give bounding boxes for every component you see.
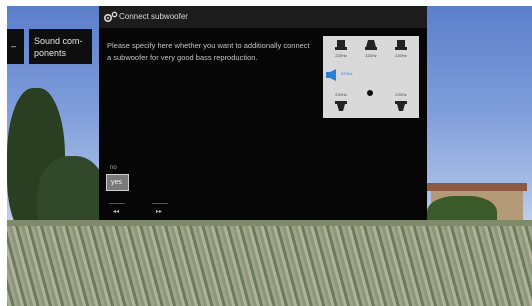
speaker-icon <box>335 101 347 111</box>
nav-divider <box>109 203 125 204</box>
speaker-rear-right: 220Hz <box>394 92 408 113</box>
gears-icon <box>103 11 118 23</box>
yes-option-label: yes <box>111 179 122 186</box>
dialog-title: Connect subwoofer <box>119 12 188 21</box>
option-no-label[interactable]: no <box>110 165 117 171</box>
speaker-label: 220Hz <box>395 53 407 58</box>
speaker-icon <box>395 101 407 111</box>
sidebar-label-line2: ponents <box>34 48 67 58</box>
dialog-title-bar: Connect subwoofer <box>99 6 427 28</box>
speaker-label: 220Hz <box>335 92 347 97</box>
speaker-front-right: 220Hz <box>394 39 408 58</box>
yes-option-button[interactable]: yes <box>106 174 129 191</box>
sidebar-item-back[interactable]: – <box>7 29 24 64</box>
subwoofer-label: 220Hz <box>341 71 353 76</box>
speaker-front-left: 220Hz <box>334 39 348 58</box>
speaker-icon <box>335 40 347 50</box>
subwoofer-speaker-icon <box>326 69 336 81</box>
speaker-label: 220Hz <box>365 53 377 58</box>
speaker-icon <box>365 40 377 50</box>
sidebar-label-line1: Sound com- <box>34 36 83 46</box>
fast-forward-button[interactable]: ▸▸ <box>156 208 162 215</box>
dialog-description: Please specify here whether you want to … <box>107 41 310 62</box>
speaker-center: 220Hz <box>364 39 378 58</box>
screen: – Sound com-ponents Connect subwoofer Pl… <box>0 0 532 306</box>
listener-position-dot <box>367 90 373 96</box>
connect-subwoofer-dialog: Connect subwoofer Please specify here wh… <box>99 6 427 220</box>
nav-divider <box>152 203 168 204</box>
sidebar-item-sound-components[interactable]: Sound com-ponents <box>29 29 92 64</box>
sidebar-item-label: – <box>11 41 17 51</box>
subwoofer: 220Hz <box>325 68 353 86</box>
speaker-icon <box>395 40 407 50</box>
speaker-label: 220Hz <box>335 53 347 58</box>
speaker-label: 220Hz <box>395 92 407 97</box>
speaker-diagram: 220Hz 220Hz 220Hz 220Hz 220Hz 220Hz <box>323 36 419 118</box>
sidebar-item-label: Sound com-ponents <box>34 35 83 59</box>
speaker-rear-left: 220Hz <box>334 92 348 113</box>
rewind-button[interactable]: ◂◂ <box>113 208 119 215</box>
background-hedge <box>7 220 532 306</box>
